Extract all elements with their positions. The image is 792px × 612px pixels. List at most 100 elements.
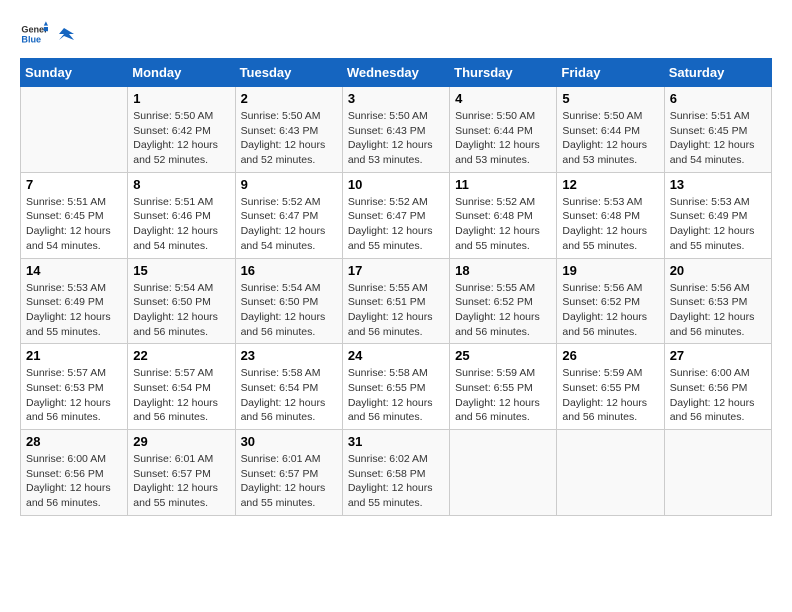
calendar-cell: 3 Sunrise: 5:50 AM Sunset: 6:43 PM Daylig… [342, 87, 449, 173]
calendar-cell: 15 Sunrise: 5:54 AM Sunset: 6:50 PM Dayli… [128, 258, 235, 344]
calendar-cell: 31 Sunrise: 6:02 AM Sunset: 6:58 PM Dayli… [342, 430, 449, 516]
header-row: SundayMondayTuesdayWednesdayThursdayFrid… [21, 59, 772, 87]
day-number: 10 [348, 177, 444, 192]
calendar-cell: 1 Sunrise: 5:50 AM Sunset: 6:42 PM Daylig… [128, 87, 235, 173]
day-number: 12 [562, 177, 658, 192]
logo: General Blue [20, 20, 74, 48]
day-info: Sunrise: 6:01 AM Sunset: 6:57 PM Dayligh… [133, 452, 229, 511]
day-info: Sunrise: 5:50 AM Sunset: 6:42 PM Dayligh… [133, 109, 229, 168]
day-number: 20 [670, 263, 766, 278]
day-number: 18 [455, 263, 551, 278]
day-info: Sunrise: 5:57 AM Sunset: 6:53 PM Dayligh… [26, 366, 122, 425]
day-number: 23 [241, 348, 337, 363]
calendar-cell: 14Sunrise: 5:53 AM Sunset: 6:49 PM Dayli… [21, 258, 128, 344]
day-number: 31 [348, 434, 444, 449]
day-number: 29 [133, 434, 229, 449]
day-number: 4 [455, 91, 551, 106]
calendar-week-row: 21 Sunrise: 5:57 AM Sunset: 6:53 PM Dayli… [21, 344, 772, 430]
calendar-week-row: 14Sunrise: 5:53 AM Sunset: 6:49 PM Dayli… [21, 258, 772, 344]
calendar-header: SundayMondayTuesdayWednesdayThursdayFrid… [21, 59, 772, 87]
day-info: Sunrise: 5:55 AM Sunset: 6:52 PM Dayligh… [455, 281, 551, 340]
day-number: 25 [455, 348, 551, 363]
day-number: 27 [670, 348, 766, 363]
calendar-cell: 17 Sunrise: 5:55 AM Sunset: 6:51 PM Dayli… [342, 258, 449, 344]
day-info: Sunrise: 5:51 AM Sunset: 6:46 PM Dayligh… [133, 195, 229, 254]
day-number: 11 [455, 177, 551, 192]
day-number: 2 [241, 91, 337, 106]
day-number: 7 [26, 177, 122, 192]
calendar-cell: 13 Sunrise: 5:53 AM Sunset: 6:49 PM Dayli… [664, 172, 771, 258]
svg-text:Blue: Blue [21, 34, 41, 44]
header-day: Tuesday [235, 59, 342, 87]
day-number: 13 [670, 177, 766, 192]
day-number: 17 [348, 263, 444, 278]
day-number: 5 [562, 91, 658, 106]
day-number: 16 [241, 263, 337, 278]
day-info: Sunrise: 5:52 AM Sunset: 6:47 PM Dayligh… [348, 195, 444, 254]
calendar-body: 1 Sunrise: 5:50 AM Sunset: 6:42 PM Daylig… [21, 87, 772, 516]
day-number: 19 [562, 263, 658, 278]
calendar-cell: 18 Sunrise: 5:55 AM Sunset: 6:52 PM Dayli… [450, 258, 557, 344]
day-info: Sunrise: 5:59 AM Sunset: 6:55 PM Dayligh… [455, 366, 551, 425]
day-info: Sunrise: 5:50 AM Sunset: 6:43 PM Dayligh… [348, 109, 444, 168]
day-info: Sunrise: 6:01 AM Sunset: 6:57 PM Dayligh… [241, 452, 337, 511]
day-info: Sunrise: 6:02 AM Sunset: 6:58 PM Dayligh… [348, 452, 444, 511]
day-number: 1 [133, 91, 229, 106]
calendar-cell: 24 Sunrise: 5:58 AM Sunset: 6:55 PM Dayli… [342, 344, 449, 430]
header: General Blue [20, 20, 772, 48]
day-number: 21 [26, 348, 122, 363]
calendar-cell: 4 Sunrise: 5:50 AM Sunset: 6:44 PM Daylig… [450, 87, 557, 173]
day-number: 3 [348, 91, 444, 106]
day-info: Sunrise: 5:52 AM Sunset: 6:48 PM Dayligh… [455, 195, 551, 254]
calendar-cell: 5 Sunrise: 5:50 AM Sunset: 6:44 PM Daylig… [557, 87, 664, 173]
day-number: 6 [670, 91, 766, 106]
day-number: 14 [26, 263, 122, 278]
calendar-cell: 12 Sunrise: 5:53 AM Sunset: 6:48 PM Dayli… [557, 172, 664, 258]
day-info: Sunrise: 5:53 AM Sunset: 6:49 PM Dayligh… [670, 195, 766, 254]
calendar-cell: 2 Sunrise: 5:50 AM Sunset: 6:43 PM Daylig… [235, 87, 342, 173]
day-number: 26 [562, 348, 658, 363]
calendar-cell [664, 430, 771, 516]
day-info: Sunrise: 5:50 AM Sunset: 6:44 PM Dayligh… [455, 109, 551, 168]
calendar-cell: 25 Sunrise: 5:59 AM Sunset: 6:55 PM Dayli… [450, 344, 557, 430]
calendar-cell: 20 Sunrise: 5:56 AM Sunset: 6:53 PM Dayli… [664, 258, 771, 344]
day-number: 8 [133, 177, 229, 192]
calendar-cell [557, 430, 664, 516]
calendar-week-row: 7Sunrise: 5:51 AM Sunset: 6:45 PM Daylig… [21, 172, 772, 258]
calendar-cell: 22 Sunrise: 5:57 AM Sunset: 6:54 PM Dayli… [128, 344, 235, 430]
day-number: 22 [133, 348, 229, 363]
day-info: Sunrise: 5:50 AM Sunset: 6:43 PM Dayligh… [241, 109, 337, 168]
calendar-cell: 9Sunrise: 5:52 AM Sunset: 6:47 PM Daylig… [235, 172, 342, 258]
calendar-cell: 10 Sunrise: 5:52 AM Sunset: 6:47 PM Dayli… [342, 172, 449, 258]
day-info: Sunrise: 5:58 AM Sunset: 6:55 PM Dayligh… [348, 366, 444, 425]
logo-icon: General Blue [20, 20, 48, 48]
day-info: Sunrise: 5:56 AM Sunset: 6:53 PM Dayligh… [670, 281, 766, 340]
day-info: Sunrise: 6:00 AM Sunset: 6:56 PM Dayligh… [26, 452, 122, 511]
calendar-cell [21, 87, 128, 173]
header-day: Sunday [21, 59, 128, 87]
calendar-cell: 23 Sunrise: 5:58 AM Sunset: 6:54 PM Dayli… [235, 344, 342, 430]
calendar-week-row: 28 Sunrise: 6:00 AM Sunset: 6:56 PM Dayli… [21, 430, 772, 516]
day-info: Sunrise: 5:53 AM Sunset: 6:48 PM Dayligh… [562, 195, 658, 254]
day-info: Sunrise: 5:58 AM Sunset: 6:54 PM Dayligh… [241, 366, 337, 425]
calendar-cell: 7Sunrise: 5:51 AM Sunset: 6:45 PM Daylig… [21, 172, 128, 258]
day-info: Sunrise: 5:54 AM Sunset: 6:50 PM Dayligh… [133, 281, 229, 340]
day-number: 24 [348, 348, 444, 363]
calendar-cell: 19Sunrise: 5:56 AM Sunset: 6:52 PM Dayli… [557, 258, 664, 344]
calendar-cell: 27 Sunrise: 6:00 AM Sunset: 6:56 PM Dayli… [664, 344, 771, 430]
calendar-cell: 29 Sunrise: 6:01 AM Sunset: 6:57 PM Dayli… [128, 430, 235, 516]
day-number: 15 [133, 263, 229, 278]
day-number: 28 [26, 434, 122, 449]
day-number: 9 [241, 177, 337, 192]
calendar-cell: 21 Sunrise: 5:57 AM Sunset: 6:53 PM Dayli… [21, 344, 128, 430]
calendar-cell [450, 430, 557, 516]
calendar-cell: 26 Sunrise: 5:59 AM Sunset: 6:55 PM Dayli… [557, 344, 664, 430]
logo-bird-icon [54, 26, 74, 46]
header-day: Friday [557, 59, 664, 87]
day-info: Sunrise: 5:50 AM Sunset: 6:44 PM Dayligh… [562, 109, 658, 168]
day-info: Sunrise: 5:55 AM Sunset: 6:51 PM Dayligh… [348, 281, 444, 340]
day-info: Sunrise: 5:59 AM Sunset: 6:55 PM Dayligh… [562, 366, 658, 425]
day-info: Sunrise: 5:54 AM Sunset: 6:50 PM Dayligh… [241, 281, 337, 340]
day-info: Sunrise: 6:00 AM Sunset: 6:56 PM Dayligh… [670, 366, 766, 425]
day-info: Sunrise: 5:57 AM Sunset: 6:54 PM Dayligh… [133, 366, 229, 425]
